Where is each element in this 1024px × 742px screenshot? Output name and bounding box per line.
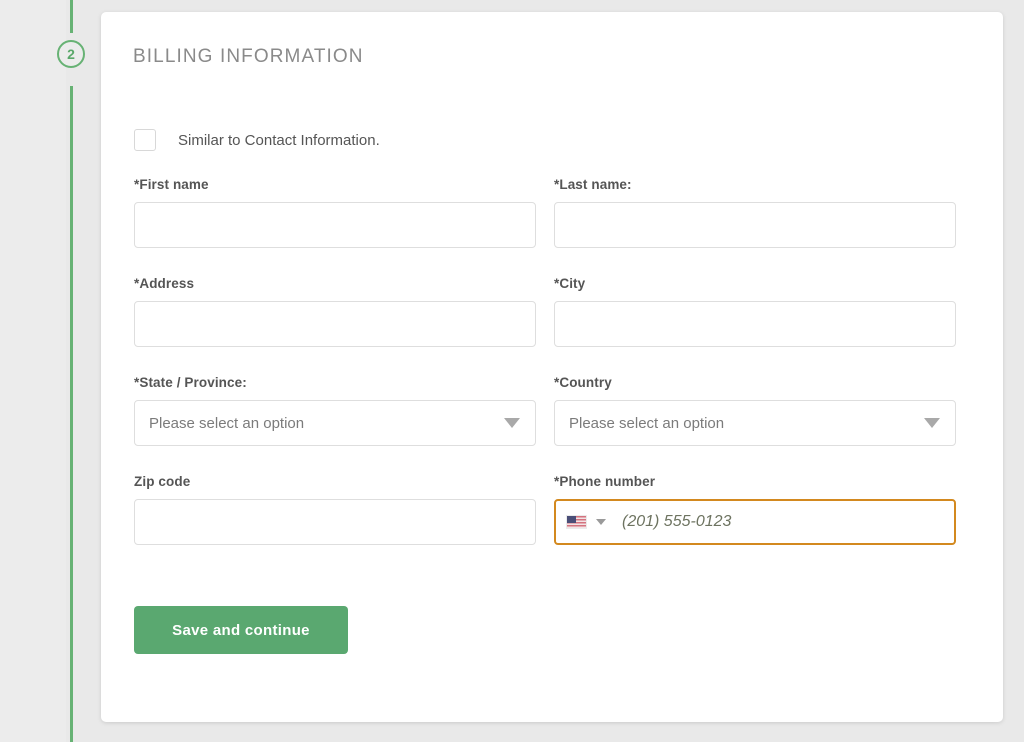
state-select-wrapper: Please select an option [134,400,536,446]
us-flag-icon[interactable] [566,515,587,529]
similar-to-contact-label: Similar to Contact Information. [178,131,380,149]
country-select-wrapper: Please select an option [554,400,956,446]
field-city: *City [554,276,956,347]
phone-number-input[interactable] [620,512,944,532]
form-row-zip-phone: Zip code *Phone number [134,474,972,545]
state-selected-value: Please select an option [149,414,305,432]
form-row-region: *State / Province: Please select an opti… [134,375,972,446]
address-label: *Address [134,276,195,291]
field-state: *State / Province: Please select an opti… [134,375,536,446]
field-phone-number: *Phone number [554,474,956,545]
country-selected-value: Please select an option [569,414,725,432]
state-select[interactable]: Please select an option [134,400,536,446]
rail-panel [0,0,66,742]
last-name-label: *Last name: [554,177,632,192]
billing-form: *First name *Last name: *Address *City *… [134,177,972,573]
phone-number-label: *Phone number [554,474,656,489]
step-indicator-2[interactable]: 2 [57,40,85,68]
field-country: *Country Please select an option [554,375,956,446]
zip-code-input[interactable] [134,499,536,545]
country-label: *Country [554,375,612,390]
city-label: *City [554,276,586,291]
timeline-line-below [70,86,73,742]
first-name-label: *First name [134,177,209,192]
phone-number-field[interactable] [554,499,956,545]
address-input[interactable] [134,301,536,347]
page-title: BILLING INFORMATION [133,46,364,67]
zip-code-label: Zip code [134,474,191,489]
form-row-address: *Address *City [134,276,972,347]
first-name-input[interactable] [134,202,536,248]
billing-information-card: BILLING INFORMATION Similar to Contact I… [101,12,1003,722]
field-zip-code: Zip code [134,474,536,545]
country-code-chevron-down-icon[interactable] [596,519,606,525]
field-address: *Address [134,276,536,347]
field-last-name: *Last name: [554,177,956,248]
similar-to-contact-checkbox[interactable] [134,129,156,151]
stepper-rail: 2 [0,0,101,742]
country-select[interactable]: Please select an option [554,400,956,446]
similar-to-contact-row[interactable]: Similar to Contact Information. [134,129,380,151]
save-and-continue-button[interactable]: Save and continue [134,606,348,654]
last-name-input[interactable] [554,202,956,248]
timeline-line-above [70,0,73,33]
step-number: 2 [67,46,75,62]
city-input[interactable] [554,301,956,347]
state-label: *State / Province: [134,375,247,390]
form-row-names: *First name *Last name: [134,177,972,248]
field-first-name: *First name [134,177,536,248]
